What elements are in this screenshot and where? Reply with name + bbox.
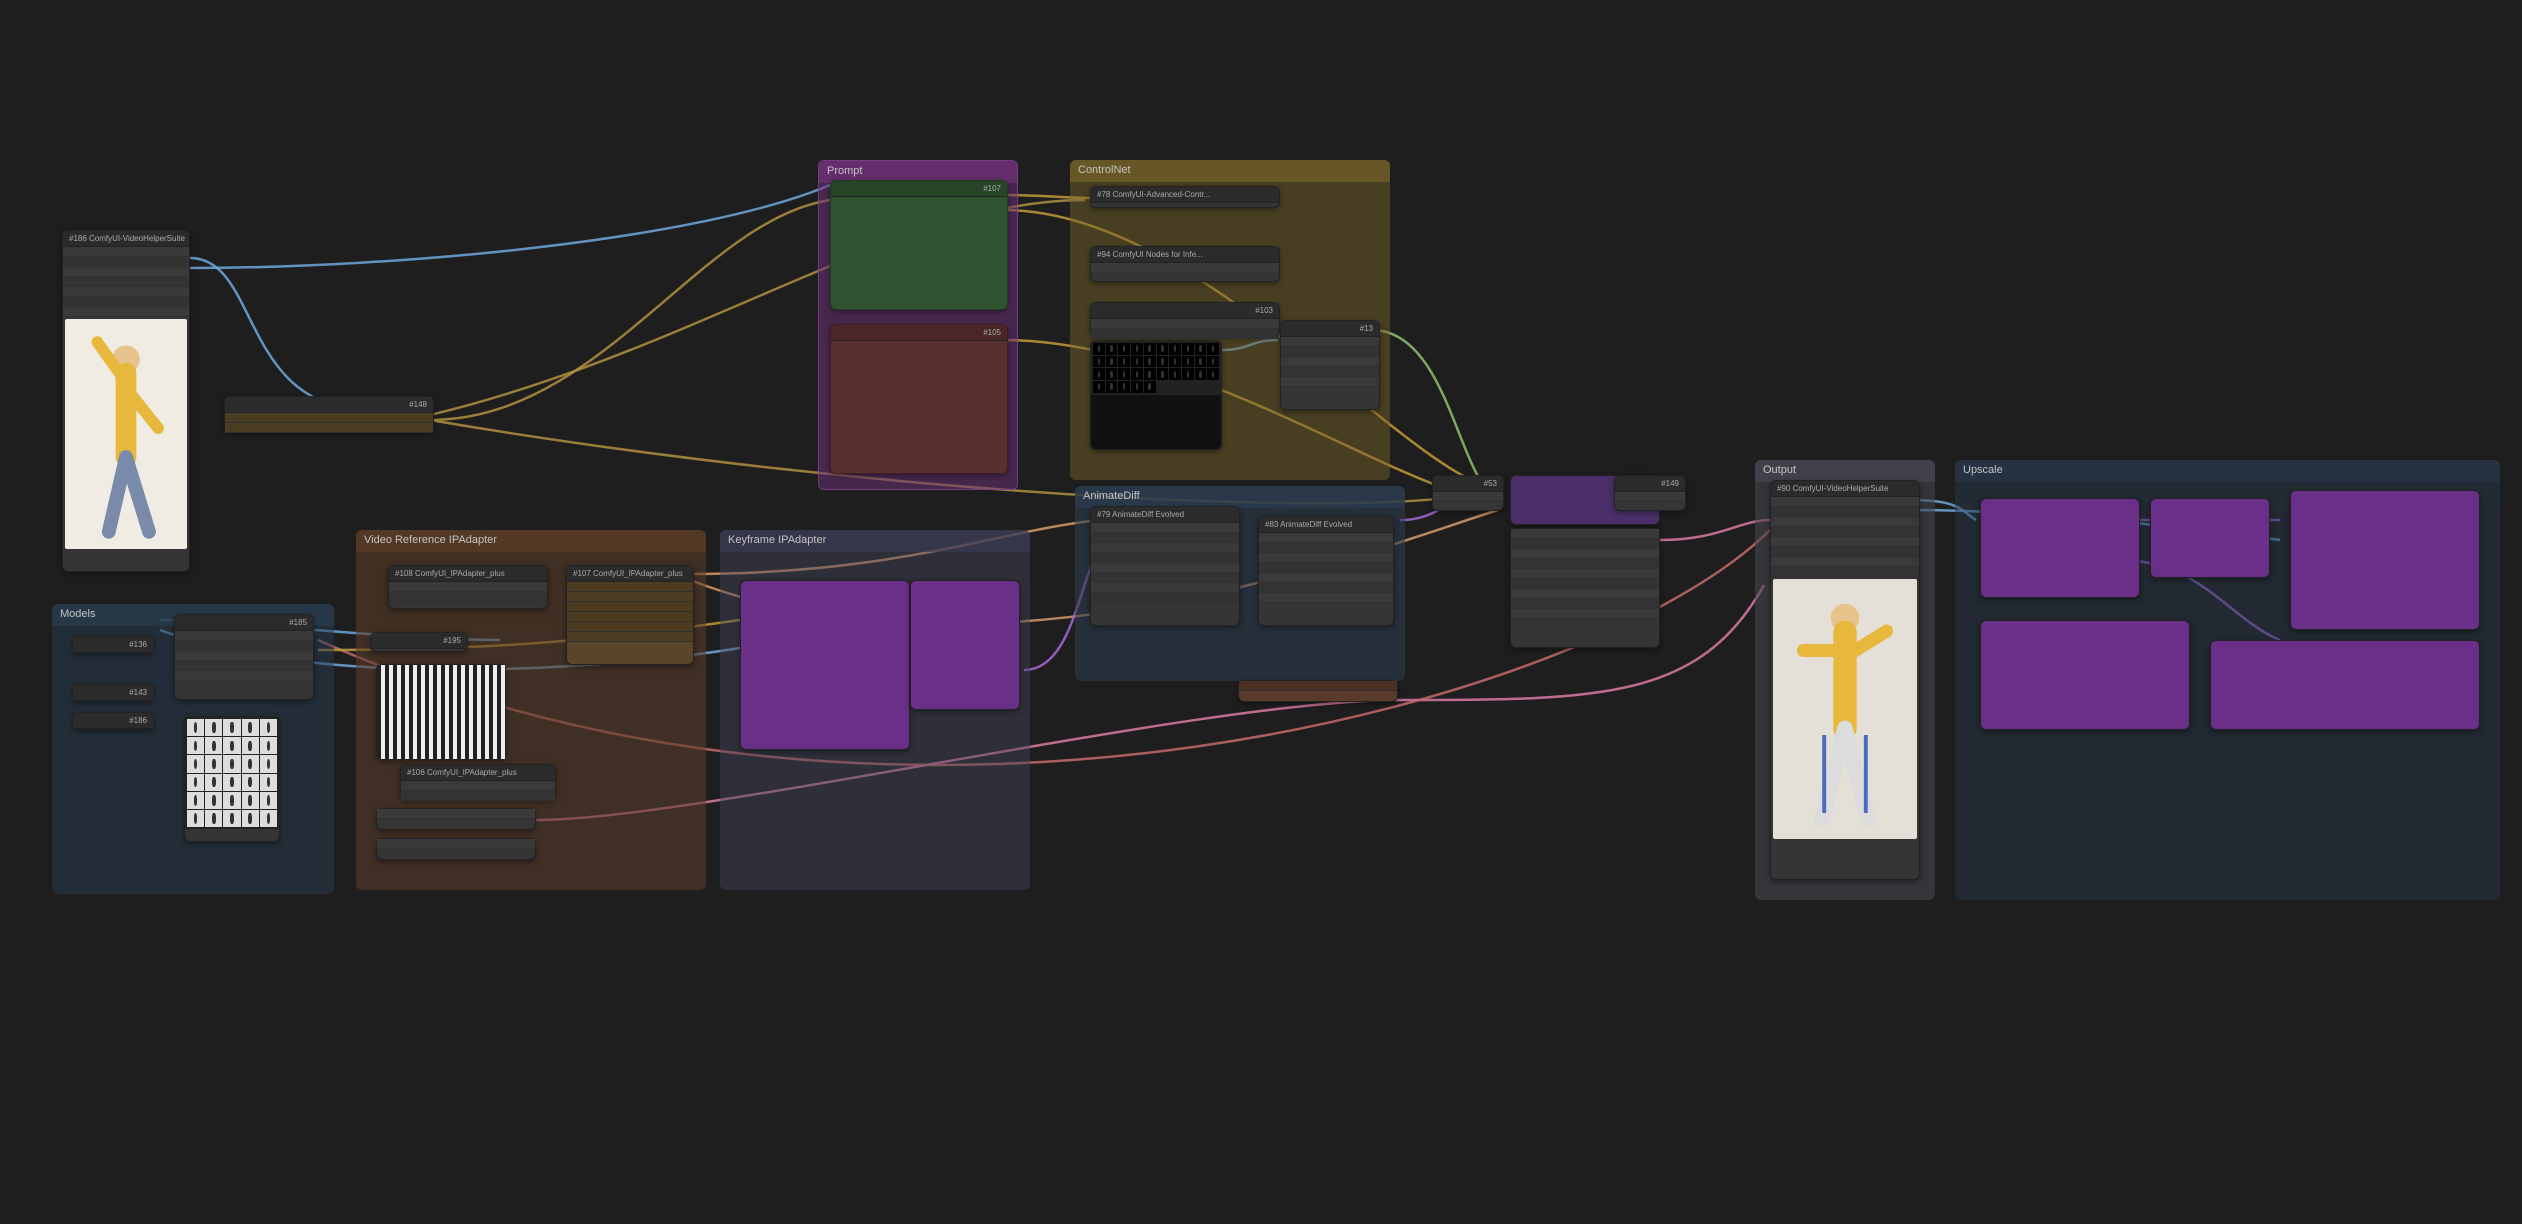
node-style-extra-b[interactable] bbox=[376, 838, 536, 860]
node-149[interactable]: #149 bbox=[1614, 475, 1686, 511]
node-video-combine[interactable]: #90 ComfyUI-VideoHelperSuite bbox=[1770, 480, 1920, 880]
node-title: #53 bbox=[1433, 476, 1503, 492]
node-ipadapter-107[interactable]: #107 ComfyUI_IPAdapter_plus bbox=[566, 565, 694, 665]
node-title: #13 bbox=[1281, 321, 1379, 337]
group-label: Output bbox=[1763, 464, 1796, 476]
input-video-preview bbox=[65, 319, 187, 549]
node-title: #105 bbox=[831, 325, 1007, 341]
node-cn-103[interactable]: #103 bbox=[1090, 302, 1280, 336]
node-upscale-d[interactable] bbox=[1980, 620, 2190, 730]
group-label: Upscale bbox=[1963, 464, 2003, 476]
output-video-preview bbox=[1773, 579, 1917, 839]
node-animdiff-83[interactable]: #83 AnimateDiff Evolved bbox=[1258, 516, 1394, 626]
node-195[interactable]: #195 bbox=[370, 632, 468, 652]
node-title: #79 AnimateDiff Evolved bbox=[1091, 507, 1239, 523]
node-title: #195 bbox=[371, 633, 467, 649]
node-pose-grid[interactable] bbox=[1090, 340, 1222, 450]
node-title: #107 bbox=[831, 181, 1007, 197]
node-keyframe-purple-b[interactable] bbox=[910, 580, 1020, 710]
group-label: Keyframe IPAdapter bbox=[728, 534, 826, 546]
node-title: #136 bbox=[73, 637, 153, 653]
group-label: Models bbox=[60, 608, 95, 620]
node-cn-infer[interactable]: #94 ComfyUI Nodes for Infe... bbox=[1090, 246, 1280, 282]
node-latent-empty[interactable] bbox=[1238, 680, 1398, 702]
group-label: ControlNet bbox=[1078, 164, 1131, 176]
node-title: #90 ComfyUI-VideoHelperSuite bbox=[1771, 481, 1919, 497]
node-video-loader[interactable]: #186 ComfyUI-VideoHelperSuite bbox=[62, 230, 190, 572]
node-136[interactable]: #136 bbox=[72, 636, 154, 654]
node-title: #186 ComfyUI-VideoHelperSuite bbox=[63, 231, 189, 247]
node-prompt-positive[interactable]: #107 bbox=[830, 180, 1008, 310]
node-ipadapter-106[interactable]: #106 ComfyUI_IPAdapter_plus bbox=[400, 764, 556, 800]
node-title: #83 AnimateDiff Evolved bbox=[1259, 517, 1393, 533]
node-prompt-negative[interactable]: #105 bbox=[830, 324, 1008, 474]
node-upscale-c[interactable] bbox=[2290, 490, 2480, 630]
node-title: #185 bbox=[175, 615, 313, 631]
pose-thumbnails bbox=[1091, 341, 1221, 395]
node-cn-advanced[interactable]: #78 ComfyUI-Advanced-Contr... bbox=[1090, 186, 1280, 208]
node-title: #149 bbox=[1615, 476, 1685, 492]
node-title: #107 ComfyUI_IPAdapter_plus bbox=[567, 566, 693, 582]
node-upscale-e[interactable] bbox=[2210, 640, 2480, 730]
node-frame-batch-preview[interactable] bbox=[184, 716, 280, 842]
node-title: #106 ComfyUI_IPAdapter_plus bbox=[401, 765, 555, 781]
node-143[interactable]: #143 bbox=[72, 684, 154, 702]
node-title: #108 ComfyUI_IPAdapter_plus bbox=[389, 566, 547, 582]
node-keyframe-purple-a[interactable] bbox=[740, 580, 910, 750]
node-animdiff-79[interactable]: #79 AnimateDiff Evolved bbox=[1090, 506, 1240, 626]
node-ksampler-main[interactable] bbox=[1510, 528, 1660, 648]
node-title: #148 bbox=[225, 397, 433, 413]
group-label: AnimateDiff bbox=[1083, 490, 1140, 502]
frame-thumbnails bbox=[185, 717, 279, 829]
node-185[interactable]: #185 bbox=[174, 614, 314, 700]
node-graph-canvas[interactable]: Models Video Reference IPAdapter Keyfram… bbox=[0, 0, 2522, 1224]
stripes-preview bbox=[377, 665, 505, 759]
node-cn-apply[interactable]: #13 bbox=[1280, 320, 1380, 410]
group-label: Video Reference IPAdapter bbox=[364, 534, 497, 546]
node-53[interactable]: #53 bbox=[1432, 475, 1504, 511]
node-title: #94 ComfyUI Nodes for Infe... bbox=[1091, 247, 1279, 263]
node-upscale-b[interactable] bbox=[2150, 498, 2270, 578]
node-ipadapter-108[interactable]: #108 ComfyUI_IPAdapter_plus bbox=[388, 565, 548, 609]
node-title: #186 bbox=[73, 713, 153, 729]
node-148[interactable]: #148 bbox=[224, 396, 434, 432]
group-label: Prompt bbox=[827, 165, 862, 177]
node-stripe-preview[interactable] bbox=[376, 664, 506, 760]
node-title: #78 ComfyUI-Advanced-Contr... bbox=[1091, 187, 1279, 203]
node-186-b[interactable]: #186 bbox=[72, 712, 154, 730]
node-upscale-a[interactable] bbox=[1980, 498, 2140, 598]
node-title: #103 bbox=[1091, 303, 1279, 319]
node-style-extra-a[interactable] bbox=[376, 808, 536, 830]
node-title: #143 bbox=[73, 685, 153, 701]
